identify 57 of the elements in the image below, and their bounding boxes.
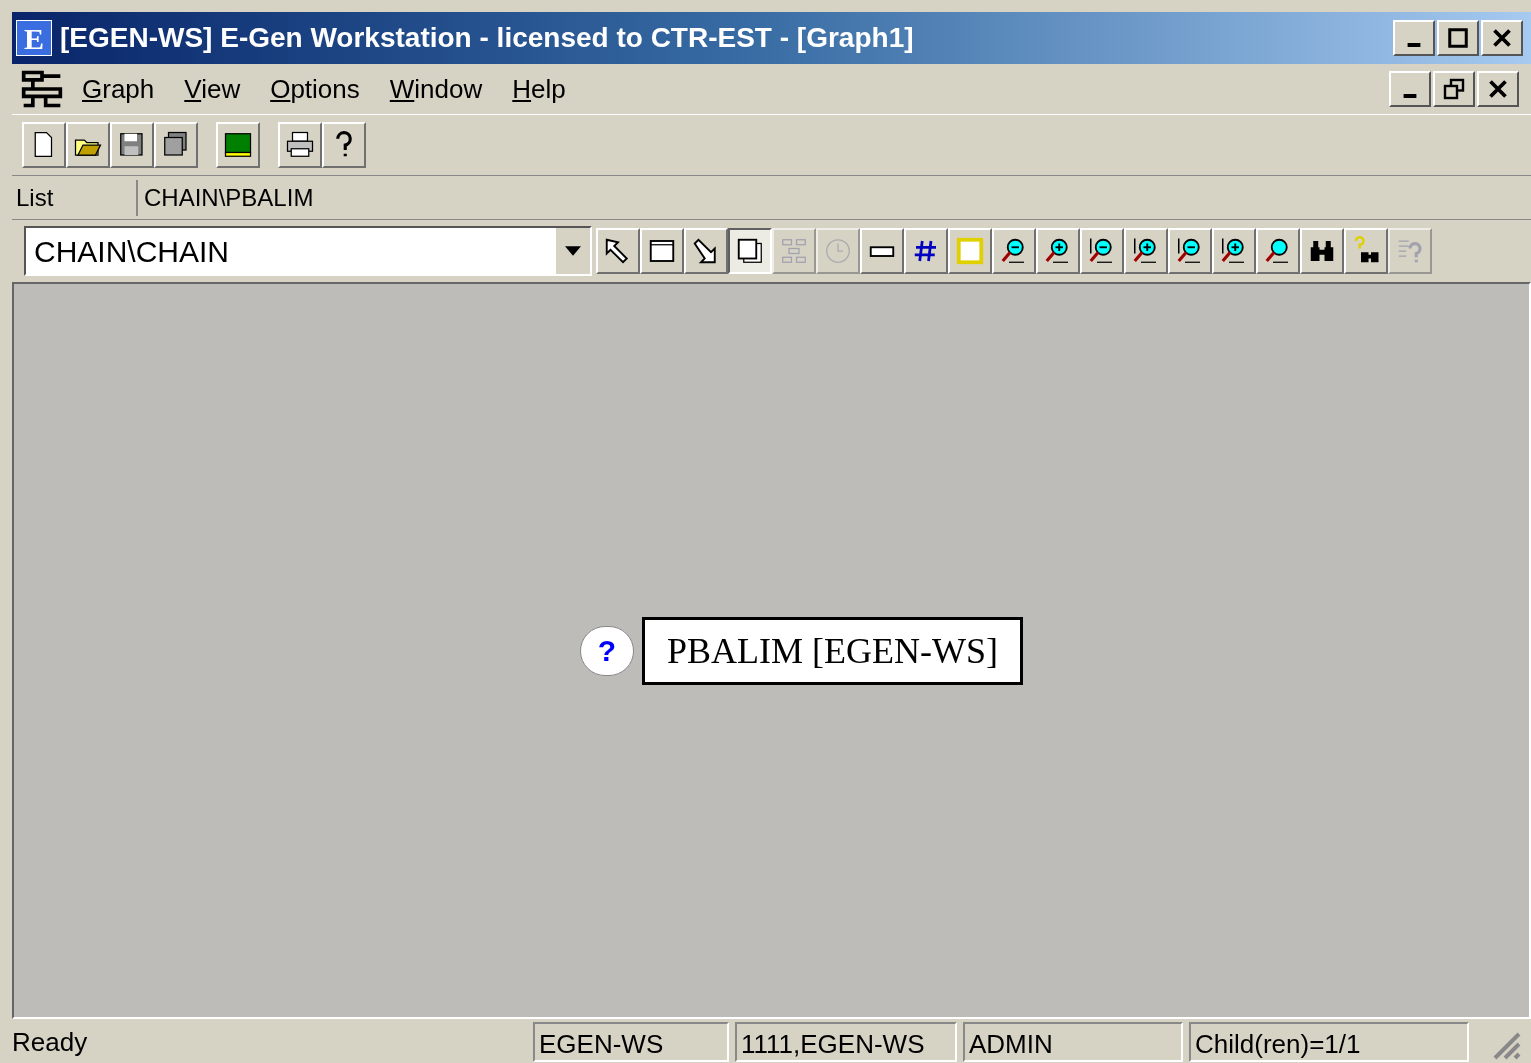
pages-button[interactable] (728, 228, 772, 274)
menu-item[interactable]: Help (500, 69, 578, 109)
help-bubble-icon: ? (580, 625, 634, 676)
arrow-button[interactable] (684, 228, 728, 274)
status-field: 1111,EGEN-WS (735, 1022, 957, 1062)
minimize-icon (1407, 43, 1421, 47)
list-path: CHAIN\PBALIM (144, 182, 315, 213)
minimize-button[interactable] (1389, 71, 1431, 107)
new-document-button[interactable] (22, 122, 66, 168)
square-button[interactable] (948, 228, 992, 274)
maximize-icon (1446, 26, 1470, 50)
zoom-in-button[interactable] (1212, 228, 1256, 274)
save-button[interactable] (110, 122, 154, 168)
status-field: Ready (12, 1022, 527, 1062)
close-button[interactable] (1481, 20, 1523, 56)
printer-button[interactable] (278, 122, 322, 168)
graph-node[interactable]: PBALIM [EGEN-WS] (642, 616, 1023, 685)
menu-item[interactable]: Graph (70, 69, 167, 109)
status-field: ADMIN (963, 1022, 1183, 1062)
pages-icon (735, 236, 765, 266)
printer-icon (285, 130, 315, 160)
clock-icon (823, 236, 853, 266)
restore-button[interactable] (1433, 71, 1475, 107)
hierarchy-icon (779, 236, 809, 266)
maximize-button[interactable] (1437, 20, 1479, 56)
binoculars-button[interactable] (1344, 228, 1388, 274)
binoculars-button[interactable] (1300, 228, 1344, 274)
minimize-icon (1403, 94, 1417, 98)
window-button[interactable] (640, 228, 684, 274)
restore-icon (1442, 77, 1466, 101)
zoom-in-button[interactable] (1036, 228, 1080, 274)
close-button[interactable] (1477, 71, 1519, 107)
status-field: EGEN-WS (533, 1022, 729, 1062)
app-icon: E (16, 20, 52, 56)
menu-item[interactable]: Window (377, 69, 495, 109)
dropdown-arrow-icon (565, 246, 581, 256)
square-icon (955, 236, 985, 266)
status-field: Child(ren)=1/1 (1189, 1022, 1469, 1062)
list-label: List (12, 179, 138, 216)
window-title: [EGEN-WS] E-Gen Workstation - licensed to CTR-EST - [Graph1] (60, 21, 915, 55)
open-folder-button[interactable] (66, 122, 110, 168)
monitor-icon (223, 130, 253, 160)
graph-dropdown[interactable]: CHAIN\CHAIN (24, 226, 592, 276)
menu-item[interactable]: View (172, 69, 253, 109)
arrow-button[interactable] (596, 228, 640, 274)
hash-button[interactable] (904, 228, 948, 274)
zoom-out-button[interactable] (992, 228, 1036, 274)
magnifier-button[interactable] (1256, 228, 1300, 274)
help-button[interactable] (322, 122, 366, 168)
rectangle-button[interactable] (860, 228, 904, 274)
save-all-button[interactable] (154, 122, 198, 168)
zoom-out-button[interactable] (1168, 228, 1212, 274)
zoom-out-button[interactable] (1080, 228, 1124, 274)
zoom-in-button[interactable] (1124, 228, 1168, 274)
menu-item[interactable]: Options (258, 69, 372, 109)
monitor-button[interactable] (216, 122, 260, 168)
minimize-button[interactable] (1393, 20, 1435, 56)
